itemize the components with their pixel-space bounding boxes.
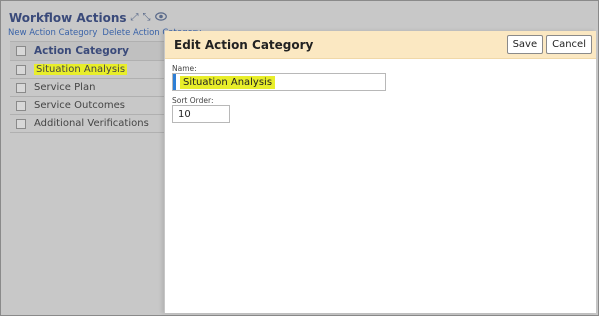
table-row[interactable]: Situation Analysis [10, 61, 170, 79]
row-checkbox[interactable] [16, 118, 26, 129]
app-frame: Workflow Actions ⤢ ⤡ New Action Category… [0, 0, 599, 316]
table-header: Action Category [10, 41, 170, 61]
focus-indicator [173, 74, 176, 90]
sort-order-value: 10 [178, 108, 191, 120]
category-name[interactable]: Additional Verifications [34, 118, 149, 129]
workflow-header: Workflow Actions ⤢ ⤡ [9, 9, 167, 27]
select-all-checkbox[interactable] [16, 46, 26, 56]
row-checkbox[interactable] [16, 82, 26, 93]
row-checkbox[interactable] [16, 64, 26, 75]
name-field[interactable]: Situation Analysis [172, 73, 386, 91]
action-category-table: Action Category Situation Analysis Servi… [10, 41, 170, 133]
dialog-actions: Save Cancel [506, 35, 592, 54]
new-action-category-link[interactable]: New Action Category [8, 28, 97, 38]
table-row[interactable]: Additional Verifications [10, 115, 170, 133]
column-header-action-category: Action Category [34, 45, 129, 57]
category-name[interactable]: Situation Analysis [34, 64, 128, 75]
workflow-title: Workflow Actions [9, 11, 127, 25]
cancel-button[interactable]: Cancel [546, 35, 592, 54]
name-value: Situation Analysis [180, 75, 276, 89]
expand-icon[interactable]: ⤢ [131, 13, 139, 23]
collapse-icon[interactable]: ⤡ [143, 13, 151, 23]
category-name[interactable]: Service Plan [34, 82, 95, 93]
eye-icon[interactable] [154, 12, 167, 24]
dialog-header: Edit Action Category Save Cancel [165, 31, 596, 59]
save-button[interactable]: Save [506, 35, 544, 54]
table-row[interactable]: Service Plan [10, 79, 170, 97]
dialog-title: Edit Action Category [174, 37, 314, 52]
sort-order-field[interactable]: 10 [172, 105, 230, 123]
edit-action-category-dialog: Edit Action Category Save Cancel Name: S… [164, 31, 596, 313]
category-name[interactable]: Service Outcomes [34, 100, 125, 111]
row-checkbox[interactable] [16, 100, 26, 111]
sort-order-label: Sort Order: [172, 96, 214, 105]
name-label: Name: [172, 64, 197, 73]
table-row[interactable]: Service Outcomes [10, 97, 170, 115]
